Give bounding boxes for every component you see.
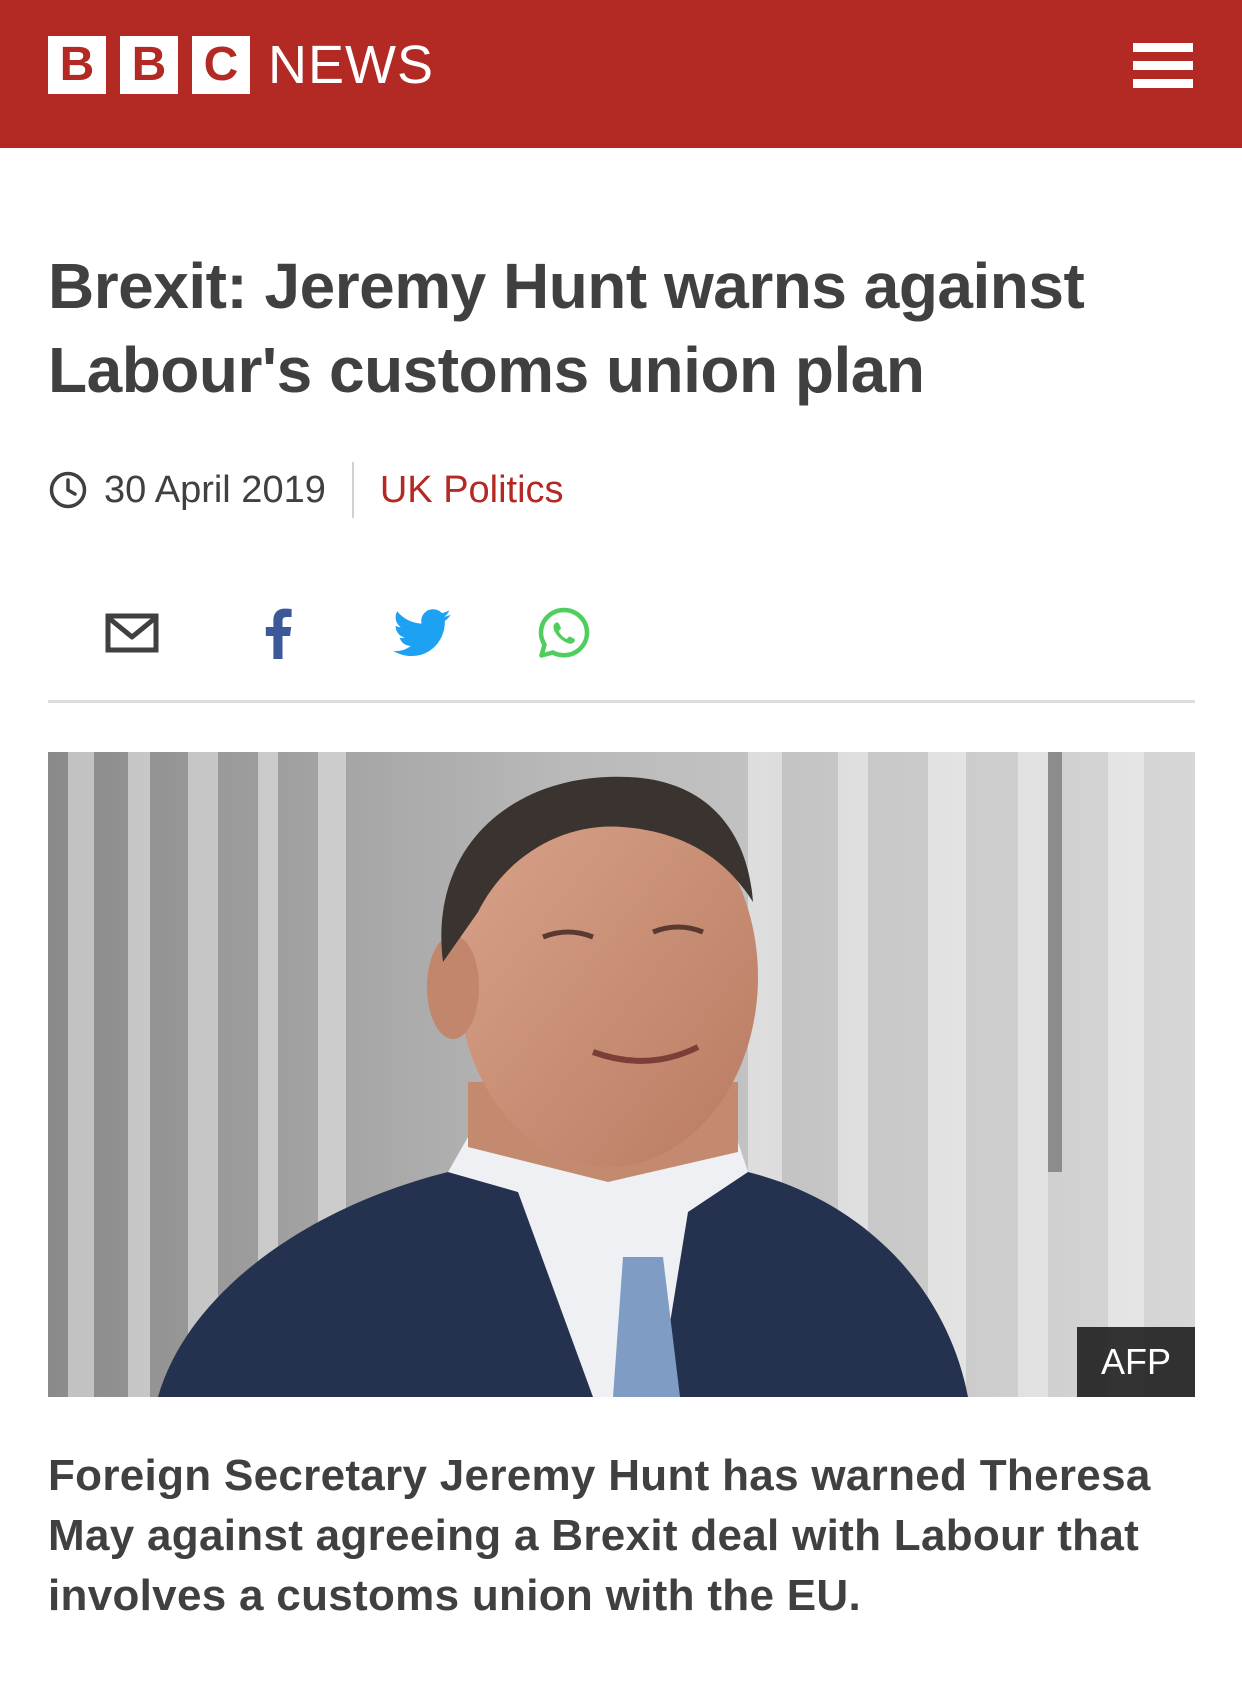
article-photo: AFP [48, 752, 1195, 1397]
hamburger-menu-icon[interactable] [1130, 38, 1196, 94]
logo-news-text: NEWS [268, 35, 434, 95]
logo-letter-b2: B [120, 36, 178, 94]
article-meta: 30 April 2019 UK Politics [48, 460, 564, 520]
article-summary: Foreign Secretary Jeremy Hunt has warned… [48, 1451, 1151, 1620]
photo-jeremy-hunt [48, 752, 1195, 1397]
menu-bar [1133, 79, 1193, 88]
article-headline: Brexit: Jeremy Hunt warns against Labour… [48, 250, 1085, 406]
share-twitter-button[interactable] [382, 598, 462, 668]
logo-letter-b1: B [48, 36, 106, 94]
share-divider [48, 700, 1195, 703]
clock-icon [49, 471, 87, 509]
share-whatsapp-button[interactable] [524, 598, 604, 668]
facebook-icon [265, 608, 292, 659]
publish-date: 30 April 2019 [104, 468, 326, 511]
share-email-button[interactable] [92, 598, 172, 668]
whatsapp-icon [538, 607, 590, 658]
share-facebook-button[interactable] [238, 598, 318, 668]
menu-bar [1133, 43, 1193, 52]
section-link-uk-politics[interactable]: UK Politics [380, 469, 564, 512]
email-icon [105, 613, 159, 653]
site-header: B B C NEWS [0, 0, 1242, 148]
image-credit: AFP [1076, 1327, 1195, 1397]
twitter-icon [393, 609, 451, 657]
meta-divider [351, 462, 354, 518]
logo-letter-c: C [192, 36, 250, 94]
menu-bar [1133, 61, 1193, 70]
bbc-news-logo[interactable]: B B C NEWS [48, 36, 434, 94]
